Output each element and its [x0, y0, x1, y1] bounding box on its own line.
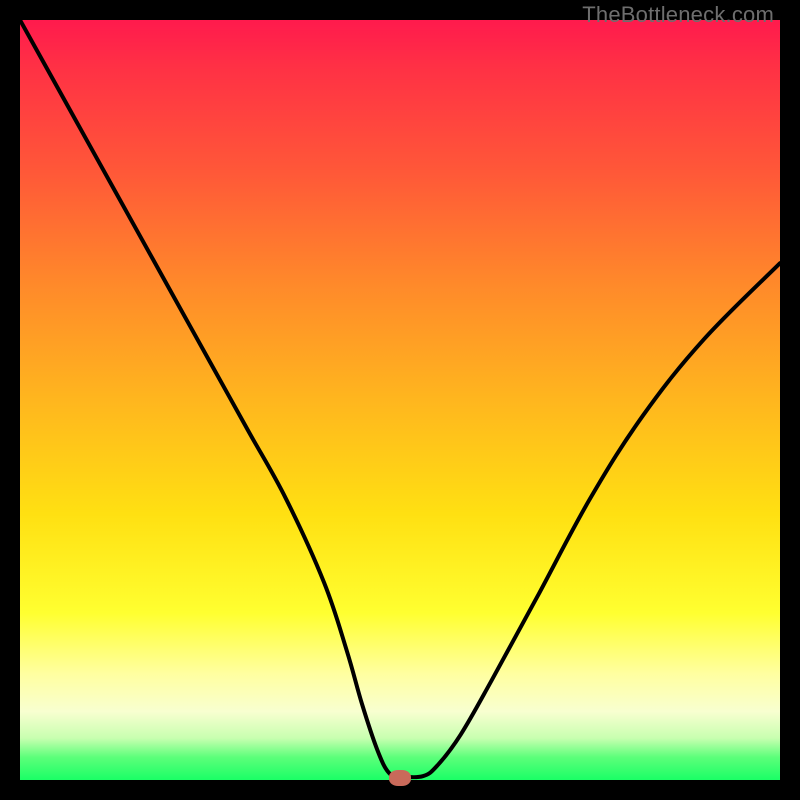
chart-frame: TheBottleneck.com — [0, 0, 800, 800]
optimal-marker — [389, 770, 411, 786]
watermark-text: TheBottleneck.com — [582, 2, 774, 28]
bottleneck-curve — [20, 20, 780, 780]
plot-area — [20, 20, 780, 780]
